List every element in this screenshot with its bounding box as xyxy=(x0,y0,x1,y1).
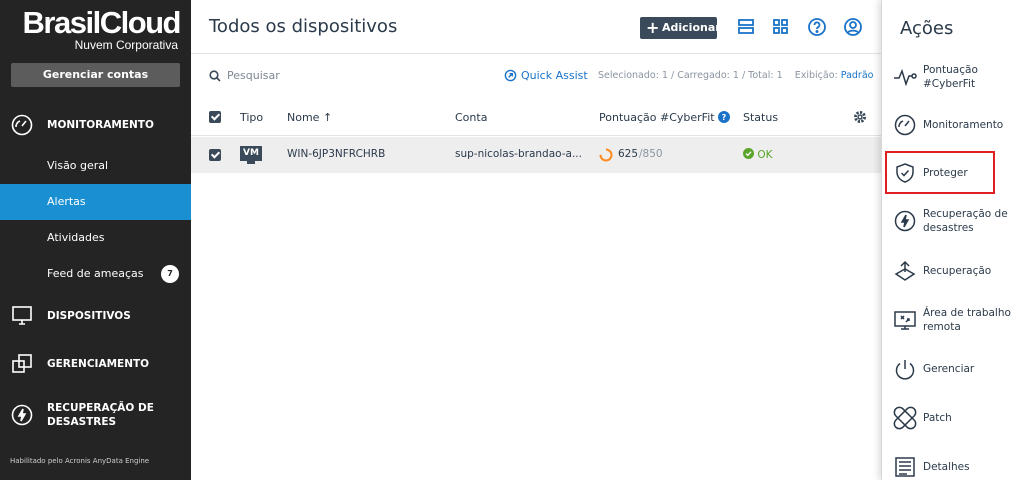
main-content: Todos os dispositivos + Adicionar Pesqui… xyxy=(191,0,881,480)
score-value: 625 xyxy=(618,148,639,160)
status-text: OK xyxy=(757,149,773,161)
action-monitoring[interactable]: Monitoramento xyxy=(882,102,1024,148)
lightning-circle-icon xyxy=(894,210,916,232)
search-placeholder: Pesquisar xyxy=(227,69,280,82)
action-manage[interactable]: Gerenciar xyxy=(882,346,1024,392)
footer-note: Habilitado pelo Acronis AnyData Engine xyxy=(10,457,150,465)
help-icon[interactable]: ? xyxy=(718,111,731,123)
action-disaster-recovery[interactable]: Recuperação de desastres xyxy=(882,198,1024,244)
action-remote-desktop[interactable]: Área de trabalho remota xyxy=(882,297,1024,343)
label-line-1: RECUPERAÇÃO DE xyxy=(47,402,154,414)
score-max: /850 xyxy=(639,148,663,160)
nav-section-devices[interactable]: DISPOSITIVOS xyxy=(0,303,191,329)
column-name-label: Nome xyxy=(287,111,320,124)
nav-section-label: GERENCIAMENTO xyxy=(47,358,150,370)
action-details[interactable]: Detalhes xyxy=(882,444,1024,480)
nav-section-label: DISPOSITIVOS xyxy=(47,310,131,322)
monitor-icon xyxy=(12,306,32,325)
label-line-2: DESASTRES xyxy=(47,416,117,428)
actions-panel: Ações Pontuação #CyberFit Monitoramento … xyxy=(881,0,1024,480)
score-ring-icon xyxy=(599,148,613,162)
page-title: Todos os dispositivos xyxy=(209,16,398,37)
action-protect[interactable]: Proteger xyxy=(885,151,995,194)
count-badge: 7 xyxy=(161,265,179,283)
action-label: Proteger xyxy=(923,166,968,179)
sidebar: BrasilCloud Nuvem Corporativa Gerenciar … xyxy=(0,0,191,480)
nav-section-label: MONITORAMENTO xyxy=(47,119,154,131)
sidebar-item-label: Feed de ameaças xyxy=(47,267,144,280)
device-account: sup-nicolas-brandao-a... xyxy=(455,148,582,160)
vm-icon: VM xyxy=(240,146,262,164)
action-label: Recuperação de desastres xyxy=(923,208,1008,234)
column-header-status[interactable]: Status xyxy=(743,111,778,124)
column-header-type[interactable]: Tipo xyxy=(240,111,263,124)
sort-arrow-up-icon: ↑ xyxy=(322,111,333,124)
action-label: Área de trabalho remota xyxy=(923,307,1011,333)
brand-subtitle: Nuvem Corporativa xyxy=(74,38,178,52)
header-bar: Todos os dispositivos + Adicionar xyxy=(191,0,881,54)
help-icon[interactable] xyxy=(807,17,827,37)
svg-text:?: ? xyxy=(722,113,727,122)
shield-check-icon xyxy=(896,162,914,183)
details-icon xyxy=(895,457,915,477)
patch-icon xyxy=(893,406,917,430)
pulse-icon xyxy=(894,68,917,87)
select-all-checkbox[interactable] xyxy=(209,111,221,123)
device-name: WIN-6JP3NFRCHRB xyxy=(287,148,386,160)
action-label: Monitoramento xyxy=(923,119,1004,131)
view-label: Exibição: xyxy=(794,70,838,81)
view-selector[interactable]: Padrão xyxy=(841,70,874,81)
sidebar-item-overview[interactable]: Visão geral xyxy=(0,148,191,184)
power-icon xyxy=(895,360,915,380)
sidebar-item-activities[interactable]: Atividades xyxy=(0,220,191,256)
action-recovery[interactable]: Recuperação xyxy=(882,248,1024,294)
gear-icon[interactable] xyxy=(853,110,867,124)
action-patch[interactable]: Patch xyxy=(882,395,1024,441)
action-label: Gerenciar xyxy=(923,363,975,375)
column-score-label: Pontuação #CyberFit xyxy=(599,111,715,124)
table-header: Tipo Nome ↑ Conta Pontuação #CyberFit ? … xyxy=(191,99,881,136)
sidebar-item-threat-feed[interactable]: Feed de ameaças 7 xyxy=(0,256,191,292)
lightning-circle-icon xyxy=(11,404,33,426)
user-account-icon[interactable] xyxy=(843,17,863,37)
gauge-icon xyxy=(894,114,916,136)
actions-title: Ações xyxy=(900,18,954,39)
nav-section-disaster-recovery[interactable]: RECUPERAÇÃO DE DESASTRES xyxy=(0,400,191,430)
action-cyberfit-score[interactable]: Pontuação #CyberFit xyxy=(882,54,1024,100)
brand-name: BrasilCloud xyxy=(22,5,182,40)
quick-assist-label: Quick Assist xyxy=(521,69,588,82)
action-label: Recuperação xyxy=(923,265,992,277)
stacked-windows-icon xyxy=(12,354,32,373)
manage-accounts-button[interactable]: Gerenciar contas xyxy=(11,63,180,87)
search-icon xyxy=(209,70,221,82)
column-header-cyberfit[interactable]: Pontuação #CyberFit ? xyxy=(599,111,731,124)
gauge-icon xyxy=(11,114,33,136)
selection-counts: Selecionado: 1 / Carregado: 1 / Total: 1 xyxy=(598,70,783,81)
row-checkbox[interactable] xyxy=(209,149,221,161)
add-button[interactable]: + Adicionar xyxy=(640,17,721,39)
table-row[interactable]: VM WIN-6JP3NFRCHRB sup-nicolas-brandao-a… xyxy=(191,137,881,173)
action-label: Patch xyxy=(923,412,952,424)
action-label: Pontuação #CyberFit xyxy=(923,64,978,90)
plus-icon: + xyxy=(646,18,660,37)
check-circle-icon xyxy=(743,148,754,159)
status-badge: OK xyxy=(743,148,773,161)
grid-view-icon[interactable] xyxy=(771,17,791,37)
column-header-account[interactable]: Conta xyxy=(455,111,487,124)
column-header-name[interactable]: Nome ↑ xyxy=(287,111,332,124)
brand-logo: BrasilCloud Nuvem Corporativa xyxy=(12,5,182,54)
action-label: Detalhes xyxy=(923,461,970,473)
remote-desktop-icon xyxy=(894,311,916,330)
nav-section-label: RECUPERAÇÃO DE DESASTRES xyxy=(47,401,154,429)
sidebar-item-alerts[interactable]: Alertas xyxy=(0,184,191,220)
recovery-arrows-icon xyxy=(894,260,916,281)
nav-section-monitoring[interactable]: MONITORAMENTO xyxy=(0,112,191,138)
nav-section-management[interactable]: GERENCIAMENTO xyxy=(0,351,191,377)
table-toolbar: Pesquisar Quick Assist Selecionado: 1 / … xyxy=(191,55,881,97)
list-view-icon[interactable] xyxy=(736,17,756,37)
selection-info: Selecionado: 1 / Carregado: 1 / Total: 1… xyxy=(598,70,873,81)
quick-assist-icon xyxy=(504,69,517,82)
add-button-label: Adicionar xyxy=(662,21,721,34)
